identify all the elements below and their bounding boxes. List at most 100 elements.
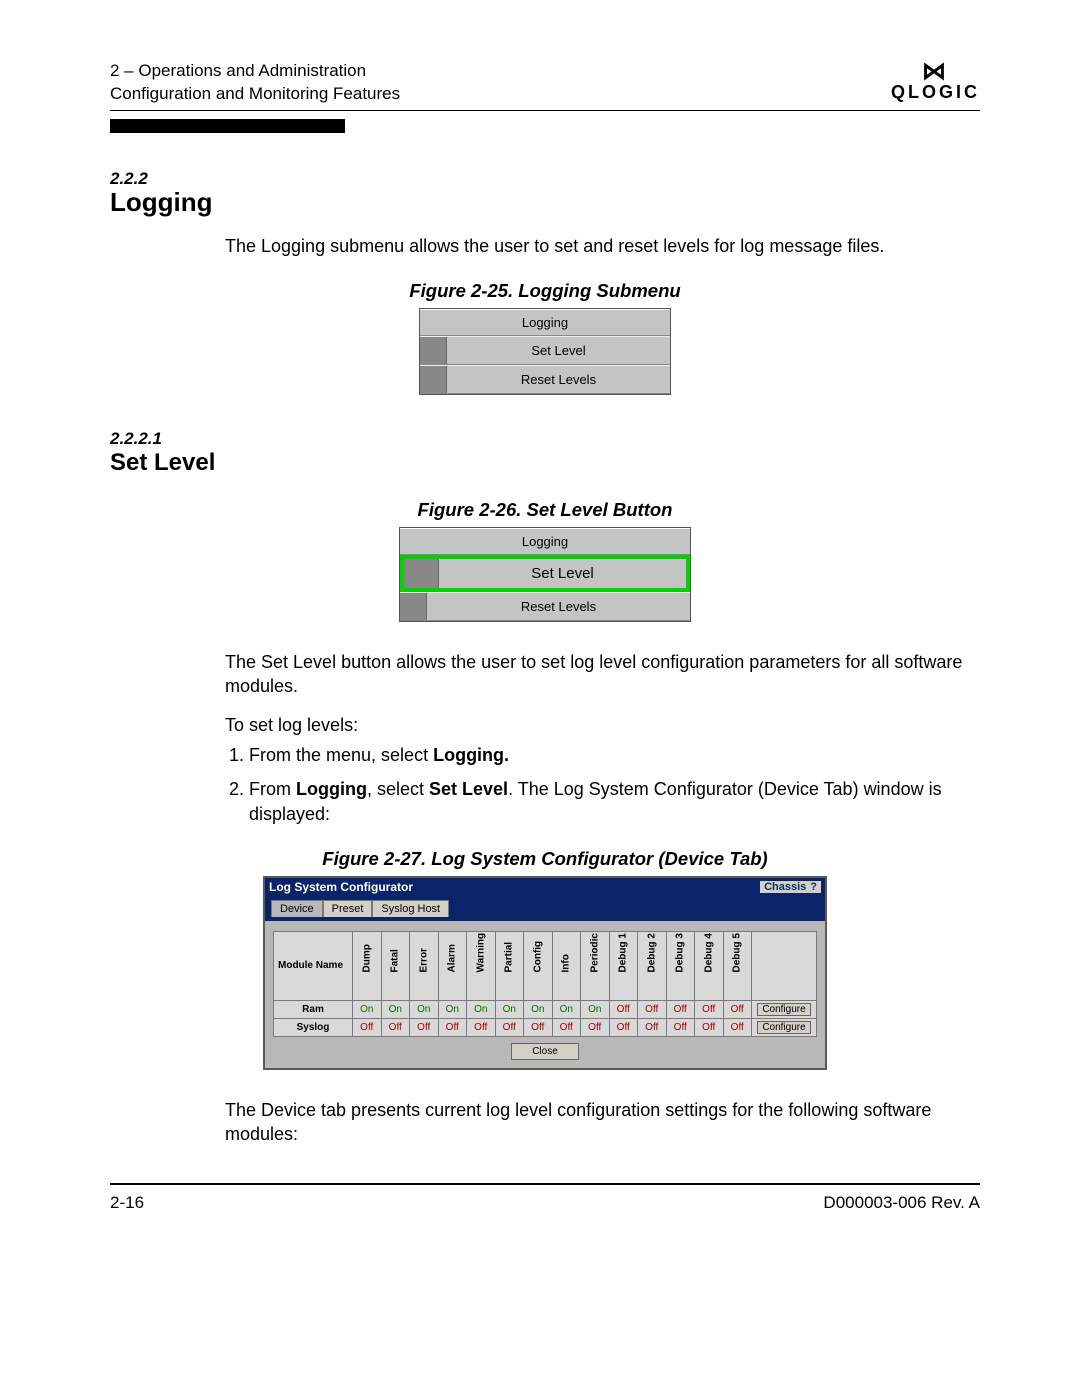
submenu-header: Logging: [420, 309, 670, 336]
level-cell: On: [552, 1000, 581, 1018]
level-cell: On: [581, 1000, 610, 1018]
figure-25-caption: Figure 2-25. Logging Submenu: [110, 280, 980, 302]
level-cell: Off: [467, 1018, 496, 1036]
reset-levels-menu-item[interactable]: Reset Levels: [400, 592, 690, 621]
col-header: Periodic: [581, 931, 610, 1000]
step-2: From Logging, select Set Level. The Log …: [249, 777, 980, 826]
doc-revision: D000003-006 Rev. A: [823, 1193, 980, 1213]
col-header: Config: [524, 931, 553, 1000]
col-header: Error: [410, 931, 439, 1000]
col-header: Fatal: [381, 931, 410, 1000]
submenu-header: Logging: [400, 528, 690, 555]
module-name-cell: Syslog: [274, 1018, 353, 1036]
level-cell: On: [524, 1000, 553, 1018]
section-title: Logging: [110, 187, 980, 218]
level-cell: On: [495, 1000, 524, 1018]
reset-levels-menu-item[interactable]: Reset Levels: [420, 365, 670, 394]
col-header: Alarm: [438, 931, 467, 1000]
configure-cell: Configure: [752, 1000, 817, 1018]
level-cell: Off: [609, 1000, 638, 1018]
level-cell: Off: [695, 1000, 724, 1018]
set-level-menu-item-highlighted[interactable]: Set Level: [400, 555, 690, 592]
intro-paragraph: The Logging submenu allows the user to s…: [225, 234, 980, 258]
menu-item-label: Reset Levels: [427, 593, 690, 620]
menu-item-icon: [420, 366, 447, 393]
col-header: Partial: [495, 931, 524, 1000]
page-number: 2-16: [110, 1193, 144, 1213]
col-header: Debug 1: [609, 931, 638, 1000]
set-level-description: The Set Level button allows the user to …: [225, 650, 980, 699]
header-rule: [110, 110, 980, 111]
level-cell: Off: [638, 1000, 667, 1018]
col-module-name: Module Name: [274, 931, 353, 1000]
tab-bar: Device Preset Syslog Host: [265, 896, 825, 921]
level-cell: Off: [638, 1018, 667, 1036]
menu-item-icon: [400, 593, 427, 620]
header-section: Configuration and Monitoring Features: [110, 83, 400, 106]
col-action: [752, 931, 817, 1000]
col-header: Warning: [467, 931, 496, 1000]
level-cell: Off: [524, 1018, 553, 1036]
level-cell: Off: [723, 1000, 752, 1018]
table-row: RamOnOnOnOnOnOnOnOnOnOffOffOffOffOffConf…: [274, 1000, 817, 1018]
header-black-bar: [110, 119, 345, 133]
device-tab-description: The Device tab presents current log leve…: [225, 1098, 980, 1147]
subsection-title: Set Level: [110, 449, 980, 477]
chassis-link[interactable]: Chassis: [764, 881, 806, 893]
col-header: Debug 4: [695, 931, 724, 1000]
level-cell: Off: [723, 1018, 752, 1036]
menu-item-icon: [404, 559, 439, 588]
level-cell: Off: [609, 1018, 638, 1036]
qlogic-logo: ⋈ QLOGIC: [891, 60, 980, 103]
level-cell: Off: [410, 1018, 439, 1036]
step-bold: Logging.: [433, 745, 509, 765]
level-cell: On: [467, 1000, 496, 1018]
configure-button[interactable]: Configure: [757, 1021, 810, 1034]
level-cell: Off: [438, 1018, 467, 1036]
col-header: Dump: [353, 931, 382, 1000]
window-titlebar: Log System Configurator Chassis ?: [265, 878, 825, 896]
section-number: 2.2.2: [110, 169, 980, 189]
logging-submenu-highlight: Logging Set Level Reset Levels: [399, 527, 691, 622]
steps-list: From the menu, select Logging. From Logg…: [225, 743, 980, 826]
level-cell: Off: [666, 1018, 695, 1036]
menu-item-label: Set Level: [439, 559, 686, 588]
tab-preset[interactable]: Preset: [323, 900, 373, 917]
log-system-configurator-window: Log System Configurator Chassis ? Device…: [263, 876, 827, 1070]
qlogic-icon: ⋈: [891, 60, 980, 84]
configure-button[interactable]: Configure: [757, 1003, 810, 1016]
close-button[interactable]: Close: [511, 1043, 579, 1060]
help-button[interactable]: ?: [810, 881, 817, 893]
log-level-table: Module Name DumpFatalErrorAlarmWarningPa…: [273, 931, 817, 1037]
level-cell: Off: [495, 1018, 524, 1036]
module-name-cell: Ram: [274, 1000, 353, 1018]
menu-item-label: Reset Levels: [447, 366, 670, 393]
col-header: Info: [552, 931, 581, 1000]
level-cell: On: [438, 1000, 467, 1018]
figure-27-caption: Figure 2-27. Log System Configurator (De…: [110, 848, 980, 870]
step-1: From the menu, select Logging.: [249, 743, 980, 767]
level-cell: Off: [381, 1018, 410, 1036]
step-text: , select: [367, 779, 429, 799]
col-header: Debug 2: [638, 931, 667, 1000]
configure-cell: Configure: [752, 1018, 817, 1036]
level-cell: On: [381, 1000, 410, 1018]
subsection-number: 2.2.2.1: [110, 429, 980, 449]
level-cell: Off: [695, 1018, 724, 1036]
step-text: From: [249, 779, 296, 799]
set-level-menu-item[interactable]: Set Level: [420, 336, 670, 365]
level-cell: On: [353, 1000, 382, 1018]
menu-item-label: Set Level: [447, 337, 670, 364]
level-cell: Off: [666, 1000, 695, 1018]
table-row: SyslogOffOffOffOffOffOffOffOffOffOffOffO…: [274, 1018, 817, 1036]
header-chapter: 2 – Operations and Administration: [110, 60, 400, 83]
to-set-log-levels: To set log levels:: [225, 713, 980, 737]
level-cell: Off: [353, 1018, 382, 1036]
tab-device[interactable]: Device: [271, 900, 323, 917]
step-text: From the menu, select: [249, 745, 433, 765]
col-header: Debug 5: [723, 931, 752, 1000]
logo-text: QLOGIC: [891, 82, 980, 103]
step-bold: Set Level: [429, 779, 508, 799]
step-bold: Logging: [296, 779, 367, 799]
tab-syslog-host[interactable]: Syslog Host: [372, 900, 449, 917]
